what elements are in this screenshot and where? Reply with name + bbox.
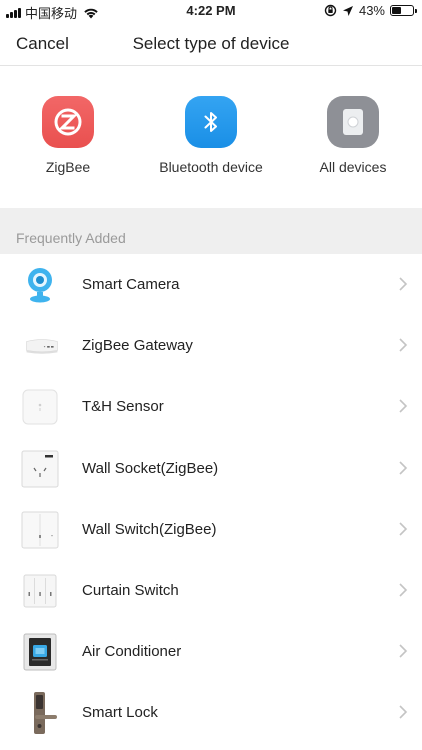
list-item-label: T&H Sensor (82, 398, 164, 416)
list-item[interactable]: Smart Lock (0, 682, 422, 743)
chevron-right-icon (399, 277, 408, 291)
wall-switch-icon (20, 511, 60, 549)
zigbee-icon (42, 96, 94, 148)
status-right: 43% (324, 3, 417, 18)
battery-percent: 43% (358, 3, 385, 18)
list-item-label: Smart Lock (82, 704, 158, 722)
list-item-label: ZigBee Gateway (82, 337, 193, 355)
chevron-right-icon (399, 583, 408, 597)
device-type-bluetooth[interactable]: Bluetooth device (141, 96, 281, 175)
smart-camera-icon (20, 266, 60, 304)
device-type-label: ZigBee (45, 159, 91, 175)
location-arrow-icon (342, 5, 353, 16)
list-item-label: Curtain Switch (82, 581, 179, 599)
th-sensor-icon (20, 388, 60, 426)
list-item[interactable]: Smart Camera (0, 254, 422, 315)
list-item[interactable]: T&H Sensor (0, 376, 422, 437)
nav-header: Cancel Select type of device (0, 22, 422, 66)
zigbee-gateway-icon (20, 327, 60, 365)
bluetooth-icon (185, 96, 237, 148)
status-bar: 中国移动 4:22 PM 43% (0, 0, 422, 22)
chevron-right-icon (399, 460, 408, 475)
all-devices-icon (327, 96, 379, 148)
device-type-row: ZigBee Bluetooth device All devices (0, 66, 422, 208)
chevron-right-icon (399, 522, 408, 536)
battery-level (392, 7, 401, 14)
section-title: Frequently Added (16, 230, 126, 246)
smart-lock-icon (20, 692, 60, 735)
device-type-zigbee[interactable]: ZigBee (0, 96, 138, 175)
list-item-label: Air Conditioner (82, 643, 182, 661)
curtain-switch-icon (20, 572, 60, 610)
page-title: Select type of device (132, 34, 290, 53)
chevron-right-icon (399, 399, 408, 413)
list-item-label: Wall Socket(ZigBee) (82, 459, 219, 477)
wall-socket-icon (20, 450, 60, 488)
chevron-right-icon (399, 705, 408, 719)
list-item-label: Smart Camera (82, 276, 180, 293)
device-type-label: Bluetooth device (159, 159, 263, 175)
air-conditioner-icon (20, 633, 60, 671)
chevron-right-icon (399, 644, 408, 658)
list-item[interactable]: ZigBee Gateway (0, 315, 422, 376)
list-item[interactable]: Curtain Switch (0, 560, 422, 621)
battery-icon (390, 5, 417, 16)
list-item[interactable]: Wall Switch(ZigBee) (0, 499, 422, 560)
device-type-label: All devices (319, 159, 387, 175)
orientation-lock-icon (324, 4, 337, 17)
device-type-all[interactable]: All devices (283, 96, 422, 175)
list-item[interactable]: Wall Socket(ZigBee) (0, 438, 422, 499)
device-list: Smart Camera ZigBee Gateway T&H Sensor W… (0, 254, 422, 744)
chevron-right-icon (399, 338, 408, 352)
list-item[interactable]: Air Conditioner (0, 621, 422, 682)
list-item-label: Wall Switch(ZigBee) (82, 520, 217, 538)
section-header: Frequently Added (0, 208, 422, 254)
